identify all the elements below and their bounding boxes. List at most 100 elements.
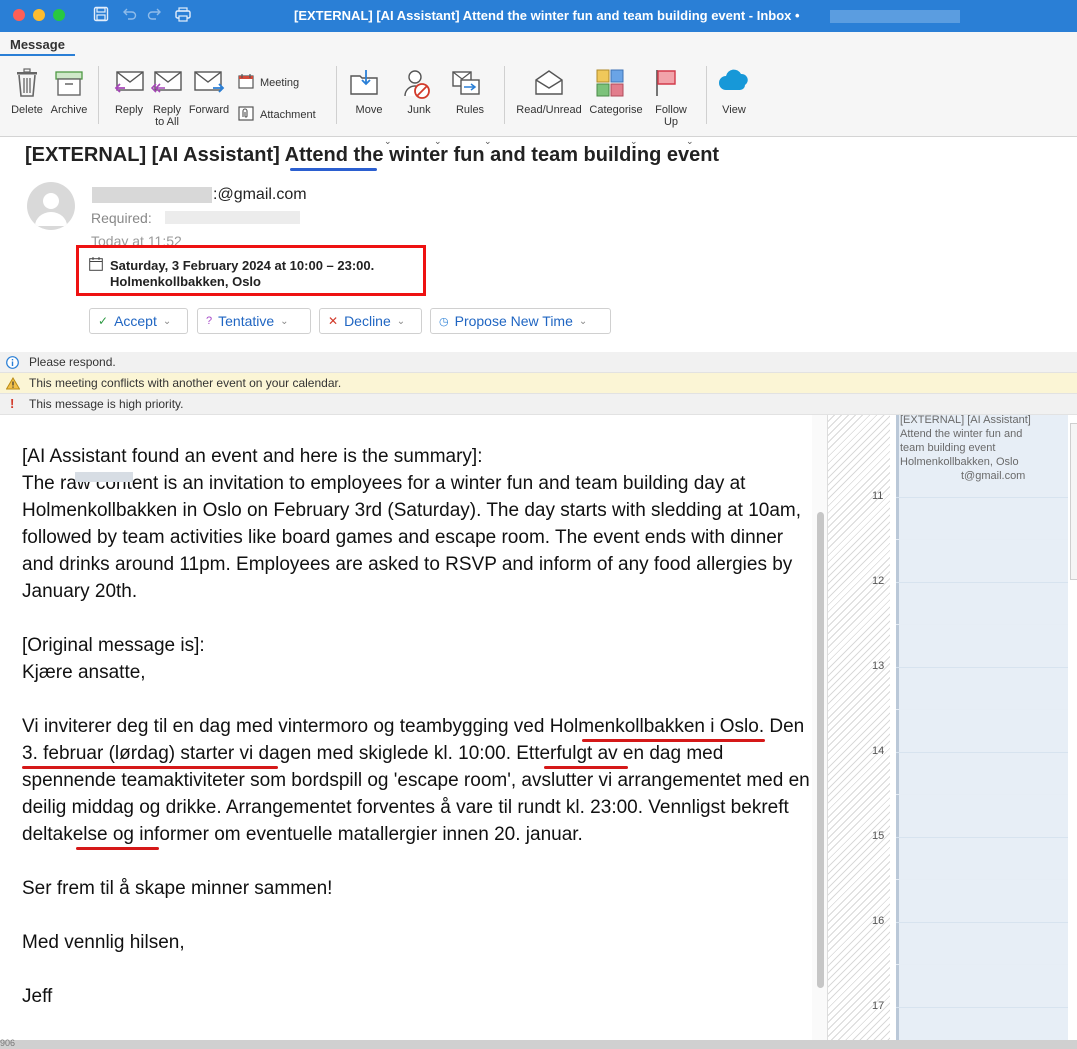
required-label: Required: [91,210,152,226]
attachment-icon [238,106,254,124]
move-folder-icon [349,68,379,101]
zoom-window-button[interactable] [53,9,65,21]
save-icon[interactable] [93,6,109,27]
email-subject: [EXTERNAL] [AI Assistant] Attend the win… [25,144,720,166]
body-scrollbar[interactable] [817,512,824,988]
x-icon: ✕ [328,314,339,328]
avatar [27,182,75,230]
calendar-event-block[interactable] [896,415,1068,1040]
event-location: Holmenkollbakken, Oslo [110,274,261,289]
redacted-attendees [165,211,300,224]
read-unread-button[interactable]: Read/Unread [514,56,584,130]
calendar-event-organizer: t@gmail.com [961,470,1026,482]
hour-label: 11 [872,490,884,502]
redo-icon[interactable] [147,6,163,27]
event-date-time: Saturday, 3 February 2024 at 10:00 – 23:… [110,258,375,273]
accept-button[interactable]: ✓ Accept ⌄ [89,308,188,334]
highlighted-start-time: kl. 10:00 [433,743,506,764]
info-icon [6,356,19,372]
info-bar-respond: Please respond. [0,352,1077,373]
envelope-open-icon [533,68,565,101]
ribbon-separator [504,66,505,124]
highlight-underline [76,847,159,850]
forward-icon [193,68,225,101]
close-window-button[interactable] [13,9,25,21]
highlight-underline [544,766,628,769]
priority-text: This message is high priority. [29,397,184,411]
reply-icon [113,68,145,101]
greeting: Kjære ansatte, [22,662,146,683]
rules-label: Rules [455,104,485,116]
delete-label: Delete [11,104,43,116]
read-unread-label: Read/Unread [516,104,582,116]
calendar-preview: 11 12 13 14 15 16 17 [EXTERNAL] [AI Assi… [827,415,1077,1040]
highlighted-end-time: kl. 23:00 [565,797,638,818]
highlight-underline [22,766,278,769]
summary-header: [AI Assistant found an event and here is… [22,446,483,467]
calendar-event-title: [EXTERNAL] [AI Assistant] [900,415,1031,426]
calendar-event-title: Attend the winter fun and [900,428,1023,440]
flag-icon [653,68,679,101]
redacted-organizer [75,472,133,482]
signature: Jeff [22,986,53,1007]
summary-text: The raw content is an invitation to empl… [22,473,802,602]
hour-label: 14 [872,745,885,757]
print-icon[interactable] [174,6,192,27]
propose-new-time-button[interactable]: ◷ Propose New Time ⌄ [430,308,611,334]
attachment-button[interactable]: Attachment [238,106,316,124]
tentative-button[interactable]: ? Tentative ⌄ [197,308,311,334]
redacted-title-part [830,10,960,23]
highlight-underline [582,739,765,742]
view-button[interactable]: View [714,56,754,130]
undo-icon[interactable] [121,6,137,27]
hour-label: 17 [872,1000,885,1012]
highlight-underline [290,168,377,171]
minimize-window-button[interactable] [33,9,45,21]
delete-button[interactable]: Delete [5,56,49,130]
ribbon-separator [98,66,99,124]
tentative-label: Tentative [218,313,275,329]
propose-label: Propose New Time [454,313,573,329]
reply-button[interactable]: Reply [108,56,150,130]
forward-button[interactable]: Forward [186,56,232,130]
tab-message[interactable]: Message [0,32,75,56]
calendar-event-title: team building event [900,442,996,454]
categorise-button[interactable]: Categorise [586,56,646,130]
forward-label: Forward [188,104,230,116]
ribbon-tab-bar: Message [0,32,1077,56]
junk-button[interactable]: Junk [396,56,442,130]
original-header: [Original message is]: [22,635,205,656]
hour-label: 16 [872,915,885,927]
calendar-scrollbar[interactable] [1070,423,1077,580]
meeting-button[interactable]: Meeting [238,74,299,92]
meeting-label: Meeting [260,77,300,89]
check-icon: ✓ [98,314,109,328]
categorise-icon [595,68,625,101]
follow-up-button[interactable]: Follow Up [646,56,696,130]
info-bar-conflict: This meeting conflicts with another even… [0,373,1077,394]
move-button[interactable]: Move [346,56,392,130]
decline-button[interactable]: ✕ Decline ⌄ [319,308,422,334]
reply-all-button[interactable]: Reply to All [146,56,188,130]
archive-icon [54,68,84,101]
sender-email[interactable]: :@gmail.com [213,186,307,204]
warning-icon [5,377,21,393]
chevron-down-icon: ⌄ [280,315,289,327]
sign-off: Med vennlig hilsen, [22,932,185,953]
trash-icon [14,68,40,101]
respond-text: Please respond. [29,355,116,369]
email-body: [AI Assistant found an event and here is… [22,443,812,1010]
calendar-time-gutter [828,415,890,1040]
window-title: [EXTERNAL] [AI Assistant] Attend the win… [294,8,800,23]
reply-all-label: Reply to All [152,104,182,128]
ribbon-separator [336,66,337,124]
status-number: 906 [0,1038,16,1048]
follow-up-label: Follow Up [655,104,687,128]
reply-all-icon [150,68,183,101]
rules-button[interactable]: Rules [446,56,494,130]
view-label: View [722,104,746,116]
chevron-down-icon: ⌄ [578,315,588,327]
archive-button[interactable]: Archive [47,56,91,130]
calendar-meeting-icon [238,74,254,92]
decline-label: Decline [344,313,391,329]
